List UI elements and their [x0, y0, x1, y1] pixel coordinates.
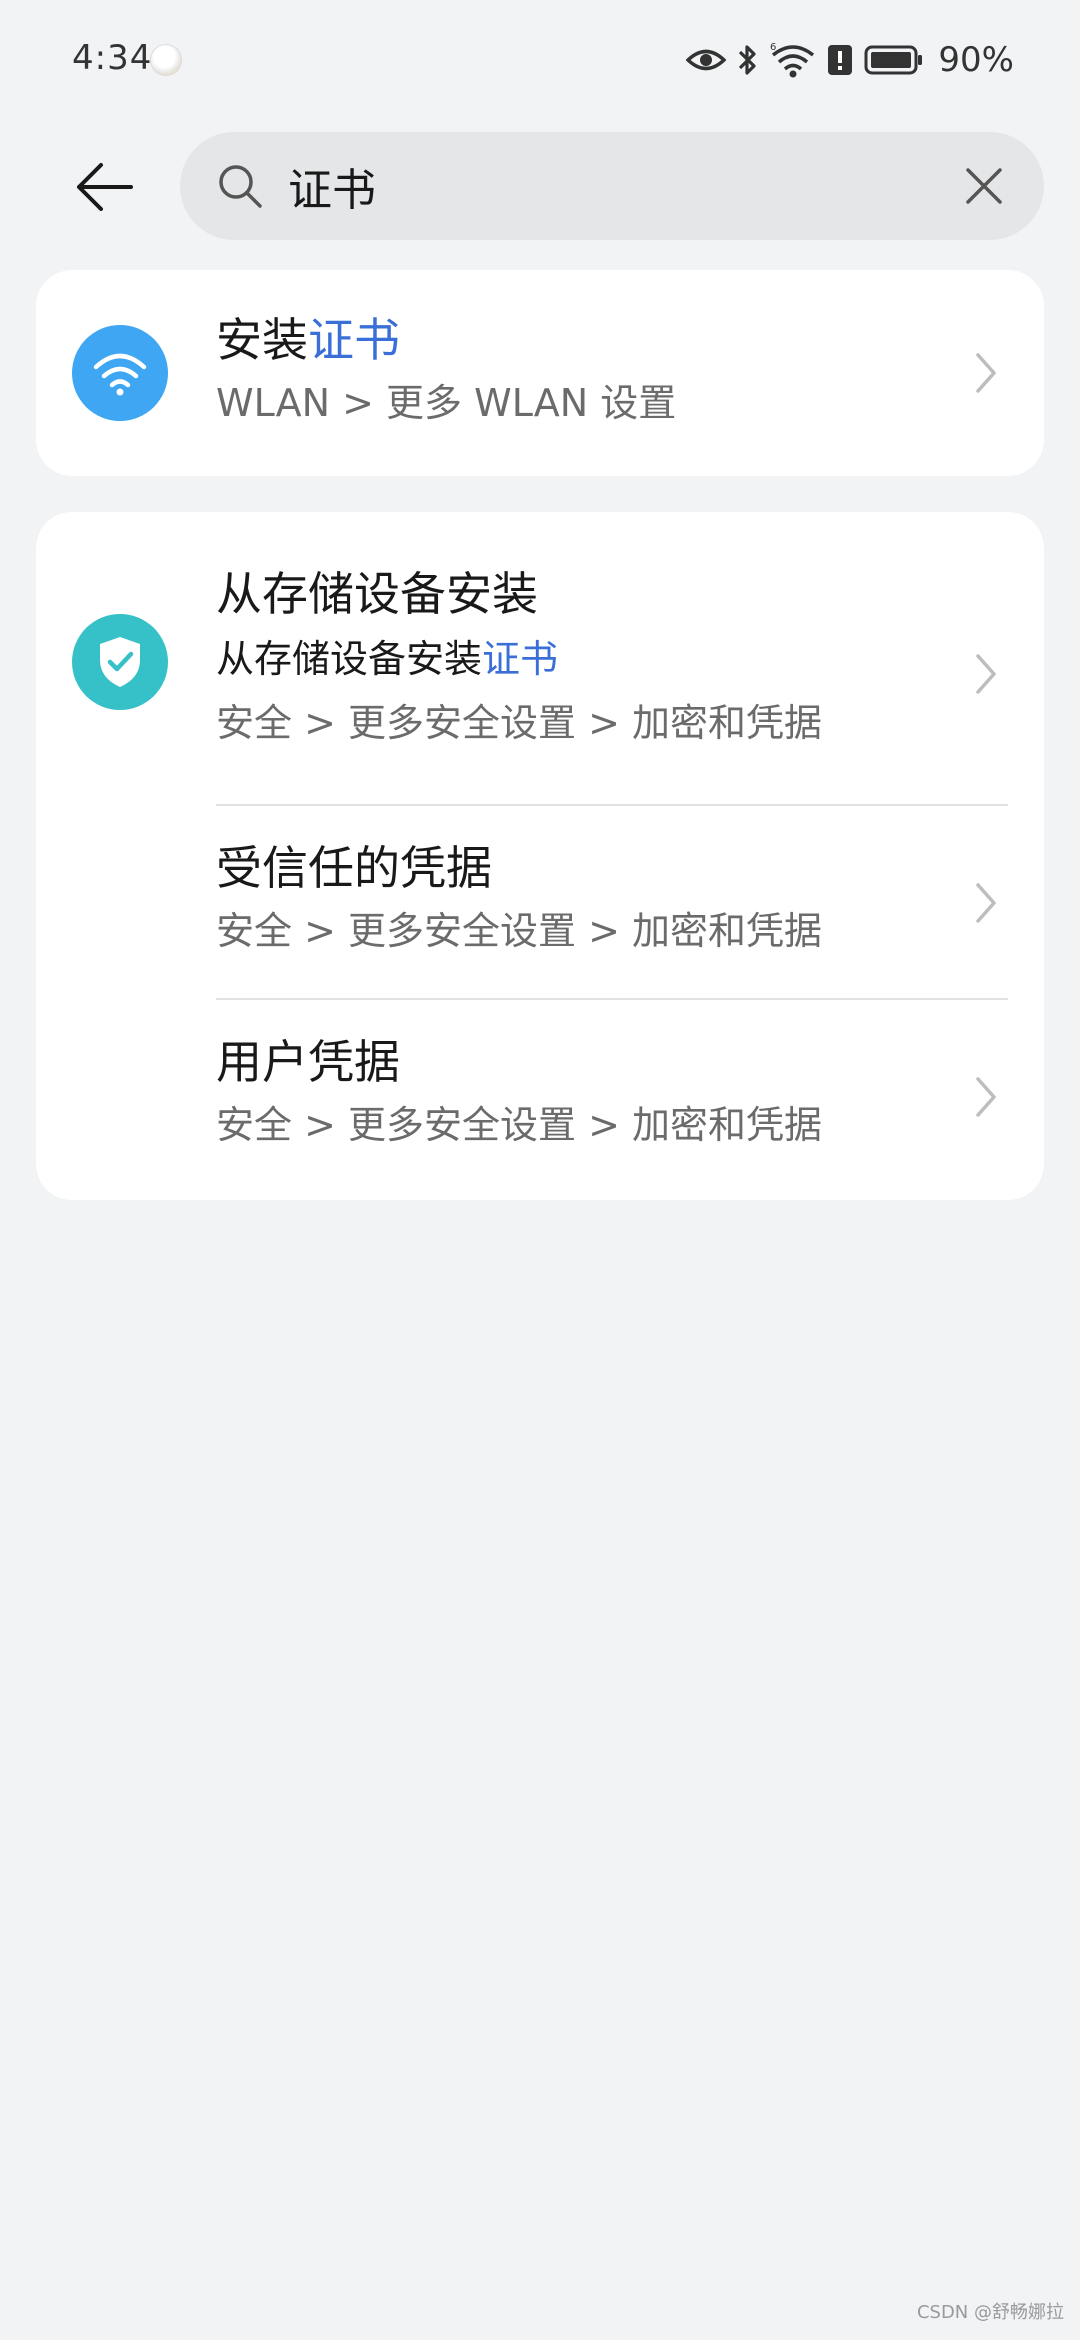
result-text: 从存储设备安装 从存储设备安装证书 安全 > 更多安全设置 > 加密和凭据 — [216, 564, 976, 750]
weather-icon — [150, 44, 182, 76]
result-title: 受信任的凭据 — [216, 841, 492, 895]
clear-icon — [966, 168, 1002, 204]
highlight-match: 证书 — [308, 313, 400, 367]
status-icons: 6 90% — [686, 40, 1014, 80]
status-bar: 4:34 6 90% — [0, 0, 1080, 120]
wifi-icon — [72, 325, 168, 421]
result-title: 用户凭据 — [216, 1035, 400, 1089]
highlight-match: 证书 — [482, 637, 559, 681]
result-text: 安装证书 WLAN > 更多 WLAN 设置 — [216, 310, 976, 430]
search-header — [0, 132, 1080, 242]
result-subtitle: 从存储设备安装证书 — [216, 637, 559, 681]
svg-text:6: 6 — [770, 42, 776, 53]
battery-level: 90% — [938, 40, 1014, 80]
result-item-install-from-storage[interactable]: 从存储设备安装 从存储设备安装证书 安全 > 更多安全设置 > 加密和凭据 — [36, 512, 1044, 804]
bluetooth-icon — [739, 45, 757, 75]
chevron-right-icon — [976, 353, 996, 393]
search-icon — [219, 165, 262, 208]
chevron-right-icon — [976, 654, 996, 694]
notification-alert-icon — [828, 45, 853, 75]
settings-search-page: 4:34 6 90% 证书 安装证书 WLAN > 更多 WLAN 设置 从存储… — [0, 0, 1080, 2340]
result-card-wlan: 安装证书 WLAN > 更多 WLAN 设置 — [36, 270, 1044, 476]
result-path: 安全 > 更多安全设置 > 加密和凭据 — [216, 1103, 822, 1147]
chevron-right-icon — [976, 883, 996, 923]
status-time: 4:34 — [72, 38, 153, 78]
result-card-security: 从存储设备安装 从存储设备安装证书 安全 > 更多安全设置 > 加密和凭据 受信… — [36, 512, 1044, 1200]
result-text: 用户凭据 安全 > 更多安全设置 > 加密和凭据 — [216, 1032, 976, 1152]
chevron-right-icon — [976, 1077, 996, 1117]
result-title: 从存储设备安装 — [216, 567, 538, 621]
result-path: 安全 > 更多安全设置 > 加密和凭据 — [216, 701, 822, 745]
result-item-install-certificate[interactable]: 安装证书 WLAN > 更多 WLAN 设置 — [36, 270, 1044, 476]
eye-comfort-icon — [686, 49, 727, 71]
search-input[interactable] — [288, 154, 908, 218]
result-title: 安装证书 — [216, 313, 400, 367]
back-button[interactable] — [70, 152, 140, 222]
clear-search-button[interactable] — [960, 162, 1008, 210]
wifi-6-icon: 6 — [770, 42, 815, 78]
result-item-user-credentials[interactable]: 用户凭据 安全 > 更多安全设置 > 加密和凭据 — [36, 1000, 1044, 1200]
battery-icon — [864, 45, 923, 75]
result-item-trusted-credentials[interactable]: 受信任的凭据 安全 > 更多安全设置 > 加密和凭据 — [36, 806, 1044, 1000]
back-arrow-icon — [77, 163, 133, 211]
result-path: WLAN > 更多 WLAN 设置 — [216, 381, 677, 425]
watermark: CSDN @舒畅娜拉 — [916, 2302, 1064, 2323]
search-box[interactable] — [180, 132, 1044, 240]
result-text: 受信任的凭据 安全 > 更多安全设置 > 加密和凭据 — [216, 838, 976, 958]
result-path: 安全 > 更多安全设置 > 加密和凭据 — [216, 909, 822, 953]
